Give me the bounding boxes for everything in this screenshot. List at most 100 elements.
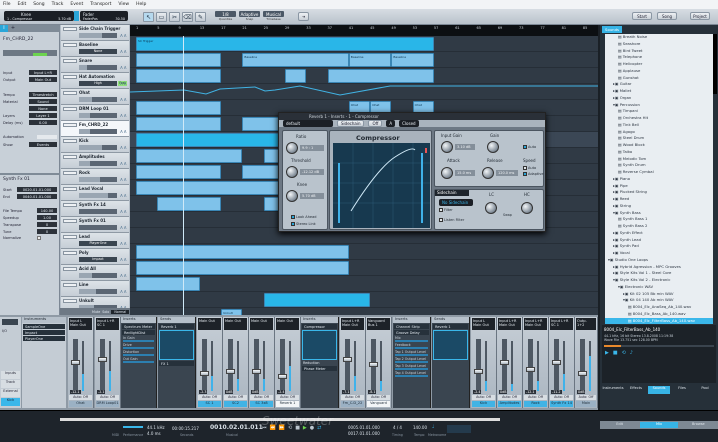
timeline-ruler[interactable]: 1 5 9 13 17 21 25 29 33 37 41 45 49 53 57 61 65 69 73 77 81 8… [130,25,598,36]
volume-fader[interactable] [552,339,561,391]
insert-slot[interactable]: Reverb 1 [433,324,468,329]
track-header[interactable]: Rock ∧∧ [61,169,129,185]
volume-value[interactable]: -2.4 [277,390,286,394]
automation-mode[interactable]: Auto: Off [472,395,495,400]
channel-io[interactable]: Main Out [250,318,273,330]
mute-solo-buttons[interactable] [63,27,77,31]
browser-item[interactable]: ▤ Bird Tweet [605,48,713,55]
track-volume-fader[interactable] [79,145,117,150]
material-select[interactable]: Sound [29,99,57,104]
automation-toggle[interactable] [37,135,57,139]
mixer-side-external[interactable]: External [1,389,20,397]
fader-handle[interactable] [98,357,107,363]
loop-icon[interactable]: ⟲ [622,350,626,356]
end-field[interactable]: 0040.01.01.000 [17,194,57,199]
transpose-field[interactable]: 0 [37,222,57,227]
threshold-value[interactable]: -12.12 dB [300,169,324,175]
mixer-side-inputs[interactable]: Inputs [1,371,20,379]
automation-mode[interactable]: Auto: Off [250,395,273,400]
mute-solo-buttons[interactable] [63,107,77,111]
track-header[interactable]: Synth Fx 14 ∧∧ [61,201,129,217]
plugin-param[interactable]: In Gain [123,336,154,342]
volume-fader[interactable] [71,339,80,391]
mute-solo-buttons[interactable] [63,251,77,255]
playhead[interactable] [183,36,184,315]
browser-item[interactable]: ▾▣ Studio One Loops [605,257,713,264]
automation-mode[interactable]: Auto: Off [524,395,547,400]
gain-knob[interactable] [487,141,499,153]
browser-tab-effects[interactable]: Effects [625,386,647,394]
track-instrument-select[interactable]: High [79,81,117,86]
track-header[interactable]: Side Chain Trigger ∧∧ [61,25,129,41]
mute-solo-buttons[interactable] [63,43,77,47]
track-header[interactable]: Ohat ∧∧ [61,89,129,105]
delay-field[interactable]: 0.00 [29,120,57,125]
automation-mode[interactable]: Auto: Off [576,395,596,400]
mixer-side-track[interactable]: Track [1,380,20,388]
audio-clip[interactable] [136,165,222,179]
track-lane[interactable] [130,308,598,315]
channel-io[interactable]: Outp. 1+2 [576,318,596,330]
loop-start[interactable]: 0005.01.01.000 [348,425,380,430]
channel-io[interactable]: Input L+R Main Out [341,318,364,330]
channel-io[interactable]: Input L Main Out [472,318,495,330]
audio-clip[interactable] [157,197,222,211]
mute-solo-buttons[interactable] [63,235,77,239]
track-instrument-select[interactable]: Impact [79,257,117,262]
input-gain-knob[interactable] [441,141,453,153]
lookahead-checkbox[interactable]: Look Ahead [291,215,316,219]
fader-handle[interactable] [578,371,587,377]
mute-solo-buttons[interactable] [63,155,77,159]
track-header[interactable]: Baseline None ∧∧ [61,41,129,57]
plugin-param[interactable]: Mix [395,336,428,342]
browser-item[interactable]: ▤ Gunshot [605,75,713,82]
browser-item[interactable]: ▤ Orchestra Hit [605,115,713,122]
volume-fader[interactable] [369,339,378,391]
fader-handle[interactable] [474,368,483,374]
normalize-checkbox[interactable] [37,236,41,240]
channel-io[interactable]: Main Out [224,318,247,330]
insert-slot[interactable]: Phase Meter [302,366,337,371]
plugin-param[interactable]: Tap 3 Output Level [395,364,428,370]
mute-solo-buttons[interactable] [63,171,77,175]
channel-io[interactable]: Input L Main Out [69,318,92,330]
split-tool-icon[interactable]: ✂ [169,12,180,22]
volume-fader[interactable] [578,339,587,391]
track-header[interactable]: Amplitudes ∧∧ [61,153,129,169]
volume-fader[interactable] [200,339,209,391]
menu-song[interactable]: Song [33,2,44,7]
browser-item[interactable]: ▸▣ Reed [605,196,713,203]
automation-mode[interactable]: Auto: Off [198,395,221,400]
track-volume-fader[interactable] [79,97,117,102]
browser-item[interactable]: ▸▣ Guitar [605,81,713,88]
ratio-value[interactable]: 9.9 : 1 [300,145,324,151]
insert-slot[interactable]: RedlightDist [122,330,155,335]
tempo-value[interactable]: 140.00 [413,425,427,430]
stop-icon[interactable]: ■ [613,350,618,356]
stereo-link-checkbox[interactable]: Stereo Link [291,222,316,226]
browser-tree[interactable]: ▤ Breath Noise ▤ Seashore ▤ Bird Tweet ▤ Te… [605,34,713,324]
browser-item[interactable]: ▤ 8004_Elc_FilterBass_Ab_140.wav [605,317,713,324]
browser-item[interactable]: ▸▣ Vocal [605,250,713,257]
metronome-icon[interactable]: ♩ [432,424,434,430]
hat-automation-curve[interactable] [130,84,598,100]
browser-item[interactable]: ▾▣ Style Kits Vol 2 - Electronic [605,277,713,284]
track-header[interactable]: Poly Impact ∧∧ [61,249,129,265]
tune-field[interactable]: 0 [37,229,57,234]
browser-item[interactable]: ▾▣ Synth Bass [605,210,713,217]
input-select[interactable]: Input L+R [29,70,57,75]
track-header[interactable]: Lead PlayerOne ∧∧ [61,233,129,249]
fader-handle[interactable] [278,373,287,379]
volume-value[interactable]: -2.1 [97,390,106,394]
browser-item[interactable]: ▸▣ Synth Effect [605,230,713,237]
audio-clip[interactable]: Baseline [391,53,434,67]
volume-value[interactable]: -2.4 [473,390,482,394]
mute-solo-buttons[interactable] [63,267,77,271]
threshold-knob[interactable] [286,166,298,178]
attack-value[interactable]: 15.0 ms [455,170,475,176]
browser-scrollbar[interactable] [713,34,717,94]
audio-clip[interactable]: Baseline [348,53,392,67]
knee-value[interactable]: 5.70 dB [300,193,324,199]
eraser-tool-icon[interactable]: ⌫ [182,12,193,22]
none-select[interactable]: None [29,106,57,111]
